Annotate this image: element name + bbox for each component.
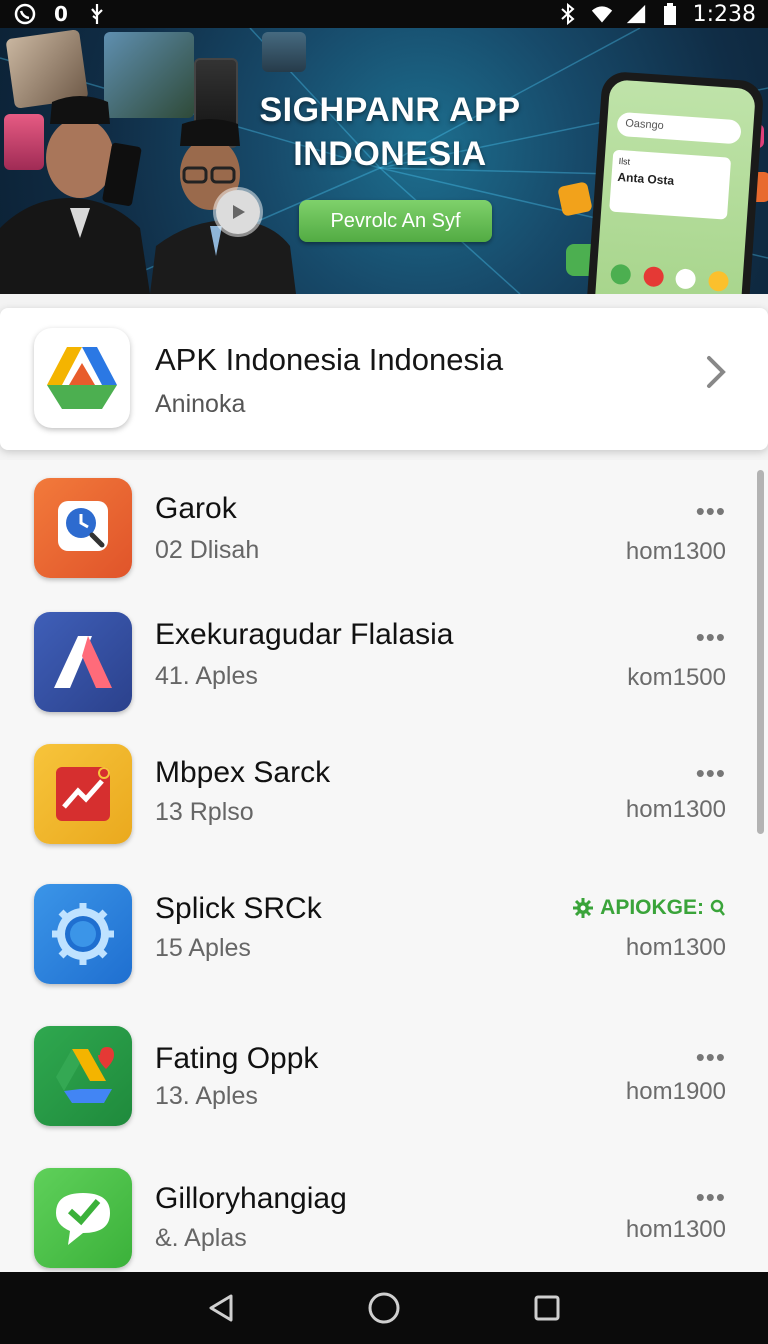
app-subtitle: 13 Rplso bbox=[155, 798, 254, 826]
arrow-a-icon bbox=[34, 612, 132, 712]
app-subtitle: 13. Aples bbox=[155, 1082, 258, 1110]
app-subtitle: 41. Aples bbox=[155, 662, 258, 690]
list-item[interactable]: Exekuragudar Flalasia 41. Aples ••• kom1… bbox=[0, 612, 768, 732]
more-options-icon[interactable]: ••• bbox=[696, 496, 726, 527]
navigation-bar bbox=[0, 1272, 768, 1344]
drive-heart-icon bbox=[34, 1026, 132, 1126]
home-icon[interactable] bbox=[362, 1286, 406, 1330]
banner-tile bbox=[262, 32, 306, 72]
battery-icon bbox=[659, 3, 681, 25]
featured-app-subtitle: Aninoka bbox=[155, 390, 246, 418]
banner-title: SIGHPANR APP INDONESIA bbox=[259, 91, 521, 173]
app-list: Garok 02 Dlisah ••• hom1300 Exekuragudar… bbox=[0, 460, 768, 1272]
play-icon[interactable] bbox=[216, 190, 260, 234]
more-options-icon[interactable]: ••• bbox=[696, 758, 726, 789]
back-icon[interactable] bbox=[199, 1286, 243, 1330]
list-item[interactable]: Mbpex Sarck 13 Rplso ••• hom1300 bbox=[0, 744, 768, 864]
app-meta: hom1300 bbox=[625, 934, 726, 961]
list-item[interactable]: Splick SRCk 15 Aples APIOKGE: hom1300 bbox=[0, 884, 768, 1004]
gear-circle-icon bbox=[34, 884, 132, 984]
app-name: Mbpex Sarck bbox=[155, 756, 331, 789]
app-meta: hom1300 bbox=[625, 796, 726, 823]
notification-count: 0 bbox=[54, 2, 68, 26]
phone-dock bbox=[604, 263, 735, 294]
person-left bbox=[0, 68, 170, 294]
chat-check-icon bbox=[34, 1168, 132, 1268]
status-bar: 0 1:238 bbox=[0, 0, 768, 28]
status-time: 1:238 bbox=[692, 1, 756, 27]
list-item[interactable]: Garok 02 Dlisah ••• hom1300 bbox=[0, 478, 768, 598]
whatsapp-icon bbox=[14, 3, 36, 25]
chevron-right-icon[interactable] bbox=[703, 352, 731, 397]
scrollbar[interactable] bbox=[757, 470, 764, 834]
floating-app-icon bbox=[557, 181, 593, 217]
promo-banner[interactable]: SIGHPANR APP INDONESIA Pevrolc An Syf Oa… bbox=[0, 28, 768, 294]
phone-mockup: Oasngo Ilst Anta Osta bbox=[585, 70, 765, 294]
app-name: Splick SRCk bbox=[155, 892, 322, 925]
wifi-icon bbox=[591, 3, 613, 25]
usb-icon bbox=[86, 3, 108, 25]
more-options-icon[interactable]: ••• bbox=[696, 622, 726, 653]
more-options-icon[interactable]: ••• bbox=[696, 1182, 726, 1213]
app-subtitle: 15 Aples bbox=[155, 934, 251, 962]
list-item[interactable]: Gilloryhangiag &. Aplas ••• hom1300 bbox=[0, 1168, 768, 1288]
featured-app-title: APK Indonesia Indonesia bbox=[155, 342, 504, 377]
chart-trend-icon bbox=[34, 744, 132, 844]
app-name: Fating Oppk bbox=[155, 1042, 319, 1075]
banner-cta-button[interactable]: Pevrolc An Syf bbox=[299, 200, 492, 242]
app-name: Garok bbox=[155, 492, 237, 525]
list-item[interactable]: Fating Oppk 13. Aples ••• hom1900 bbox=[0, 1026, 768, 1146]
app-subtitle: &. Aplas bbox=[155, 1224, 247, 1252]
clock-search-icon bbox=[34, 478, 132, 578]
app-subtitle: 02 Dlisah bbox=[155, 536, 260, 564]
app-meta: hom1300 bbox=[625, 1216, 726, 1243]
featured-app-card[interactable]: APK Indonesia Indonesia Aninoka bbox=[0, 308, 768, 450]
search-icon bbox=[710, 899, 725, 916]
app-name: Gilloryhangiag bbox=[155, 1182, 347, 1215]
phone-card: Ilst Anta Osta bbox=[609, 149, 732, 220]
signal-icon bbox=[625, 3, 647, 25]
phone-search-bar: Oasngo bbox=[616, 111, 742, 145]
app-meta: hom1300 bbox=[625, 538, 726, 565]
recents-icon[interactable] bbox=[525, 1286, 569, 1330]
gear-icon bbox=[573, 898, 594, 918]
app-status-badge: APIOKGE: bbox=[572, 896, 726, 920]
app-meta: hom1900 bbox=[625, 1078, 726, 1105]
more-options-icon[interactable]: ••• bbox=[696, 1042, 726, 1073]
app-name: Exekuragudar Flalasia bbox=[155, 618, 454, 651]
apk-indonesia-logo-icon bbox=[34, 328, 130, 428]
app-meta: kom1500 bbox=[627, 664, 726, 691]
bluetooth-icon bbox=[557, 3, 579, 25]
